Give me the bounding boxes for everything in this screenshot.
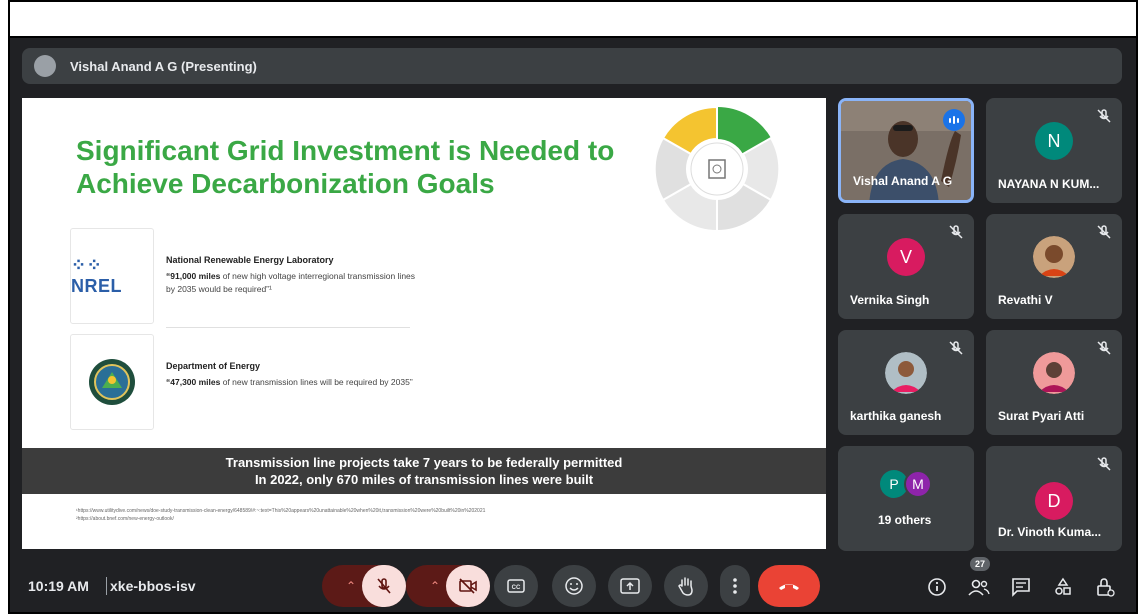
tile-name: karthika ganesh <box>850 409 942 423</box>
banner-line-2: In 2022, only 670 miles of transmission … <box>254 472 594 487</box>
captions-button[interactable]: CC <box>494 565 538 607</box>
mic-off-icon <box>1097 457 1111 471</box>
nrel-logo: ⁘⁘NREL <box>71 255 122 296</box>
mic-off-icon <box>377 578 391 594</box>
doe-org-name: Department of Energy <box>166 361 261 371</box>
tile-name: Vernika Singh <box>850 293 930 307</box>
activities-button[interactable] <box>1052 576 1074 598</box>
tile-name: NAYANA N KUM... <box>998 177 1100 191</box>
participant-tile-others[interactable]: P M 19 others <box>838 446 974 551</box>
tile-name: Surat Pyari Atti <box>998 409 1085 423</box>
presenter-bar: Vishal Anand A G (Presenting) <box>22 48 1122 84</box>
footnote-1: ¹https://www.utilitydive.com/news/doe-st… <box>76 508 486 514</box>
meeting-details-button[interactable] <box>926 576 948 598</box>
mic-off-icon <box>1097 225 1111 239</box>
present-button[interactable] <box>608 565 652 607</box>
tile-name: Revathi V <box>998 293 1053 307</box>
avatar-m: M <box>904 470 932 498</box>
activities-icon <box>1055 577 1071 595</box>
more-options-button[interactable] <box>720 565 750 607</box>
top-white-bar <box>10 2 1136 38</box>
tile-name: Dr. Vinoth Kuma... <box>998 525 1102 539</box>
host-controls-icon <box>1097 578 1115 597</box>
mic-off-icon <box>1097 341 1111 355</box>
nrel-quote: “91,000 miles of new high voltage interr… <box>166 271 416 294</box>
doe-seal-box <box>70 334 154 430</box>
tile-name: 19 others <box>878 513 932 527</box>
people-button[interactable] <box>968 576 990 598</box>
participant-tile-vinoth[interactable]: D Dr. Vinoth Kuma... <box>986 446 1122 551</box>
decarbonization-wheel-graphic <box>653 105 781 233</box>
host-controls-button[interactable] <box>1094 576 1116 598</box>
raise-hand-button[interactable] <box>664 565 708 607</box>
emoji-icon <box>565 577 583 595</box>
chat-icon <box>1012 578 1030 597</box>
mic-control-group: ⌃ <box>322 565 406 607</box>
camera-options-chevron-icon[interactable]: ⌃ <box>430 579 440 593</box>
divider <box>106 577 107 595</box>
participant-tile-surat[interactable]: Surat Pyari Atti <box>986 330 1122 435</box>
mic-toggle-button[interactable] <box>362 565 406 607</box>
slide-title: Significant Grid Investment is Needed to… <box>76 135 615 199</box>
slide-divider <box>166 327 410 328</box>
nrel-org-name: National Renewable Energy Laboratory <box>166 255 334 265</box>
doe-quote: “47,300 miles of new transmission lines … <box>166 377 413 387</box>
participant-tile-revathi[interactable]: Revathi V <box>986 214 1122 319</box>
mic-off-icon <box>949 341 963 355</box>
meeting-time: 10:19 AM <box>28 578 89 594</box>
camera-off-icon <box>459 578 477 594</box>
chat-button[interactable] <box>1010 576 1032 598</box>
present-icon <box>620 578 640 594</box>
participant-tile-karthika[interactable]: karthika ganesh <box>838 330 974 435</box>
avatar: D <box>1035 482 1073 520</box>
info-icon <box>928 578 946 596</box>
people-icon <box>968 579 990 596</box>
avatar <box>1033 352 1075 394</box>
footnote-2: ²https://about.bnef.com/new-energy-outlo… <box>76 516 174 522</box>
speaking-indicator-icon <box>943 109 965 131</box>
doe-seal-icon <box>89 359 135 405</box>
avatar: V <box>887 238 925 276</box>
participant-tile-vishal[interactable]: Vishal Anand A G <box>838 98 974 203</box>
tile-name: Vishal Anand A G <box>853 174 953 188</box>
avatar <box>1033 236 1075 278</box>
meeting-code: xke-bbos-isv <box>110 578 196 594</box>
slide-banner: Transmission line projects take 7 years … <box>22 448 826 494</box>
reactions-button[interactable] <box>552 565 596 607</box>
camera-toggle-button[interactable] <box>446 565 490 607</box>
mic-off-icon <box>949 225 963 239</box>
camera-control-group: ⌃ <box>406 565 490 607</box>
svg-text:CC: CC <box>512 585 521 591</box>
avatar: N <box>1035 122 1073 160</box>
more-options-icon <box>733 578 737 594</box>
leave-call-button[interactable] <box>758 565 820 607</box>
participant-tile-vernika[interactable]: V Vernika Singh <box>838 214 974 319</box>
captions-icon: CC <box>507 579 525 593</box>
avatar <box>885 352 927 394</box>
presentation-slide: Significant Grid Investment is Needed to… <box>22 98 826 549</box>
nrel-logo-box: ⁘⁘NREL <box>70 228 154 324</box>
presenter-name: Vishal Anand A G (Presenting) <box>70 58 257 74</box>
raise-hand-icon <box>678 577 693 596</box>
mic-off-icon <box>1097 109 1111 123</box>
mic-options-chevron-icon[interactable]: ⌃ <box>346 579 356 593</box>
end-call-icon <box>779 584 799 590</box>
meet-window: Vishal Anand A G (Presenting) Significan… <box>8 0 1138 614</box>
participant-tile-nayana[interactable]: N NAYANA N KUM... <box>986 98 1122 203</box>
banner-line-1: Transmission line projects take 7 years … <box>225 455 623 470</box>
people-count-badge: 27 <box>970 557 991 571</box>
presenter-avatar <box>34 55 56 77</box>
